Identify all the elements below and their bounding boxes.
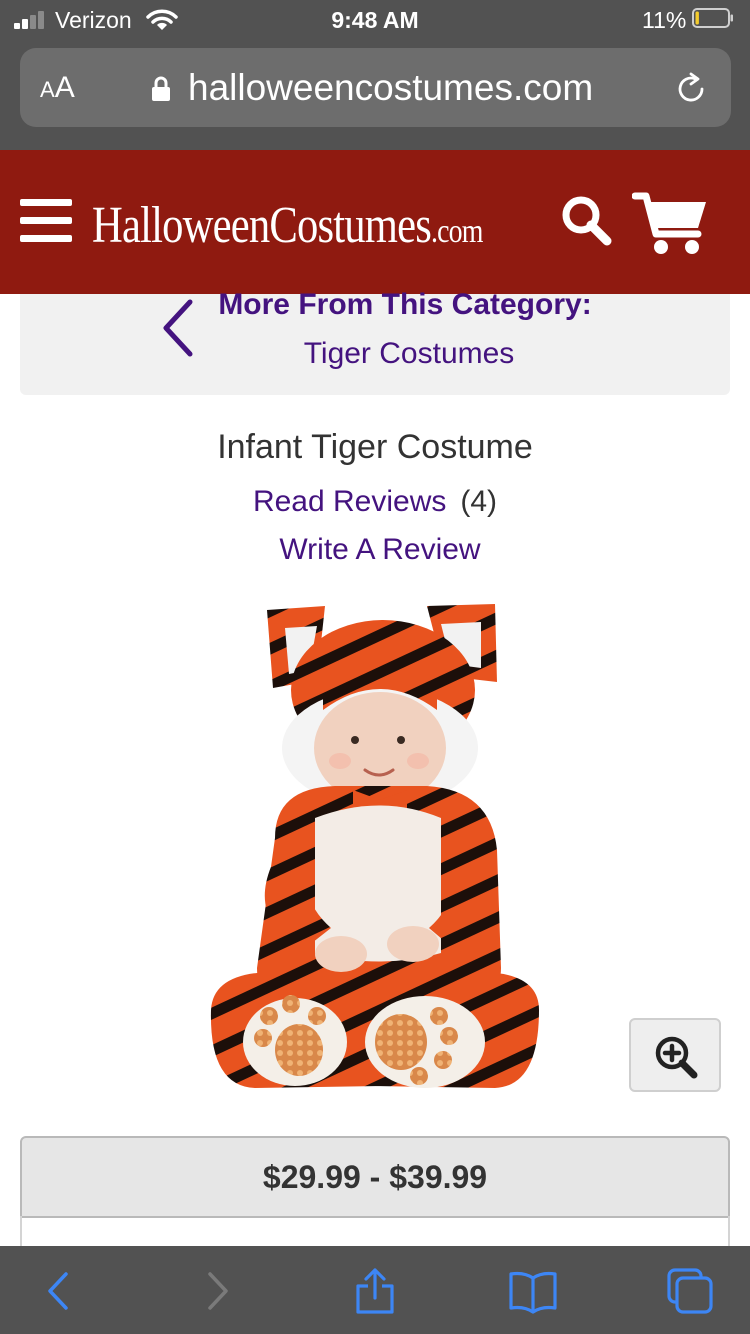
category-panel: More From This Category: Tiger Costumes — [20, 288, 730, 395]
tabs-icon[interactable] — [665, 1266, 715, 1316]
address-bar[interactable]: AA halloweencostumes.com — [20, 48, 731, 127]
hamburger-icon[interactable] — [20, 199, 72, 243]
forward-arrow-icon[interactable] — [192, 1266, 242, 1316]
product-title: Infant Tiger Costume — [217, 428, 533, 466]
product-image[interactable] — [205, 598, 545, 1093]
text-size-button[interactable]: AA — [40, 71, 75, 105]
reload-icon[interactable] — [674, 72, 708, 106]
price-range: $29.99 - $39.99 — [20, 1136, 730, 1218]
site-header: HalloweenCostumes.com — [0, 150, 750, 294]
category-heading: More From This Category: — [218, 288, 592, 321]
url-text[interactable]: halloweencostumes.com — [188, 67, 593, 109]
back-arrow-icon[interactable] — [34, 1266, 84, 1316]
battery-icon — [692, 8, 733, 28]
status-bar: Verizon 9:48 AM 11% — [0, 0, 750, 42]
read-reviews-link[interactable]: Read Reviews — [253, 485, 446, 518]
browser-toolbar — [0, 1246, 750, 1334]
zoom-button[interactable] — [629, 1018, 721, 1092]
search-icon[interactable] — [560, 194, 612, 246]
write-review-link[interactable]: Write A Review — [0, 533, 750, 567]
bookmarks-icon[interactable] — [508, 1266, 558, 1316]
share-icon[interactable] — [350, 1266, 400, 1316]
review-count: (4) — [460, 485, 498, 518]
lock-icon — [152, 76, 170, 101]
cart-icon[interactable] — [632, 190, 710, 256]
reviews-line: Read Reviews (4) — [0, 485, 750, 519]
site-logo[interactable]: HalloweenCostumes.com — [92, 196, 483, 255]
battery-percent: 11% — [642, 7, 687, 33]
zoom-in-icon — [655, 1036, 698, 1079]
status-time: 9:48 AM — [331, 7, 419, 33]
category-link[interactable]: Tiger Costumes — [20, 337, 730, 371]
browser-chrome-top: Verizon 9:48 AM 11% AA halloweencostumes… — [0, 0, 750, 150]
